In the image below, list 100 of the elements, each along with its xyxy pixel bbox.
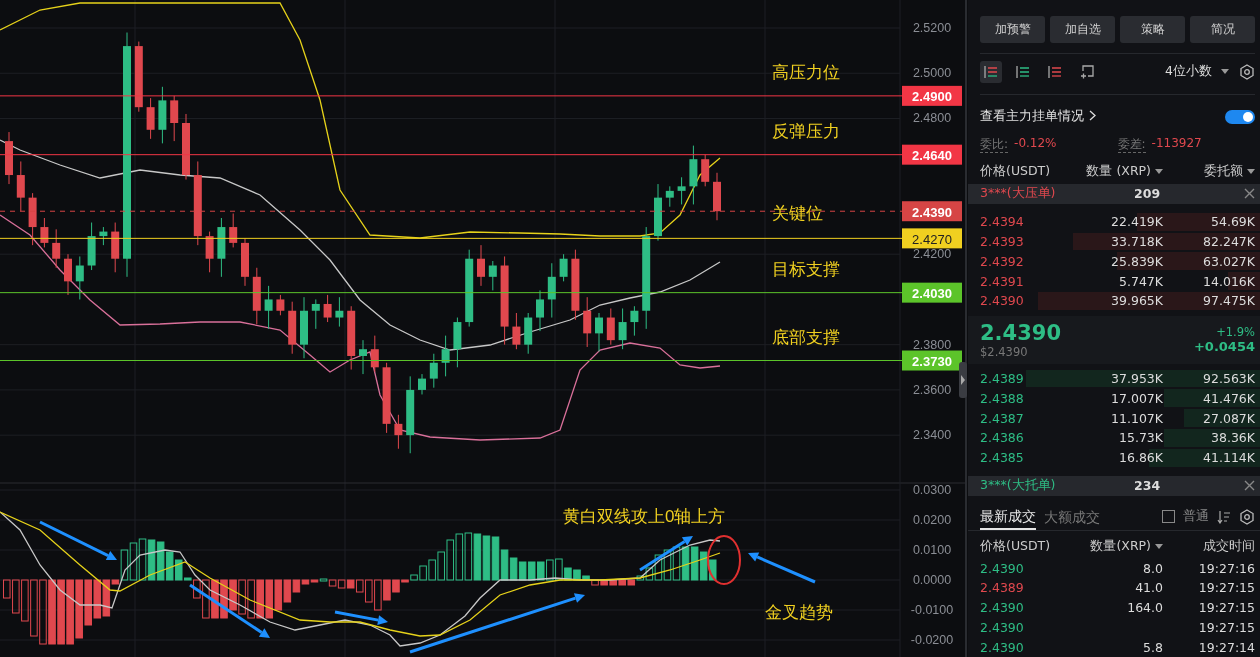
histogram-bar: [138, 538, 147, 581]
candlestick: [99, 226, 108, 246]
histogram-bar: [147, 539, 156, 581]
column-header[interactable]: 数量 (XRP): [1063, 162, 1163, 180]
histogram-bar: [699, 551, 708, 581]
amount-cell-text: 92.563K: [1202, 371, 1255, 387]
candlestick: [311, 298, 320, 330]
column-header[interactable]: 委托额: [1163, 162, 1255, 180]
order-row[interactable]: 2.4390 39.965K 97.475K: [968, 290, 1260, 311]
checkbox-label: 普通: [1183, 508, 1209, 525]
collapse-handle: [959, 362, 967, 398]
toggle-switch[interactable]: [1225, 109, 1255, 124]
candlestick: [370, 335, 379, 373]
candlestick: [241, 237, 249, 287]
precision-dropdown[interactable]: 4位小数: [1165, 63, 1229, 81]
order-row[interactable]: 2.4391 5.747K 14.016K: [968, 271, 1260, 291]
book-both-icon[interactable]: [980, 60, 1002, 83]
histogram-bar: [518, 561, 527, 581]
histogram-bar: [446, 539, 455, 581]
checkbox[interactable]: [1162, 510, 1175, 523]
diff-value: -113927: [1151, 136, 1202, 153]
action-button[interactable]: 简况: [1190, 16, 1255, 43]
axis-label: 2.3400: [912, 428, 952, 443]
histogram-bar: [681, 546, 690, 581]
histogram-bar: [708, 559, 717, 581]
candlestick: [288, 301, 297, 355]
close-icon[interactable]: [1244, 188, 1255, 200]
candlestick: [382, 362, 391, 434]
histogram-bar: [482, 535, 491, 581]
candlestick: [595, 312, 603, 352]
histogram-bar: [274, 579, 283, 611]
trades-tab[interactable]: 大额成交: [1044, 504, 1100, 529]
candlestick: [300, 296, 308, 359]
price-cell-text: 2.4389: [980, 580, 1025, 596]
time-cell-text: 19:27:16: [1197, 560, 1255, 576]
order-row[interactable]: 2.4393 33.718K 82.247K: [968, 231, 1260, 252]
candlestick: [347, 305, 356, 371]
level-annotation: 高压力位: [772, 63, 840, 83]
column-header: 成交时间: [1202, 537, 1255, 555]
candlestick: [335, 296, 344, 328]
level-annotation: 目标支撑: [772, 260, 840, 280]
large-order-count: 209: [1134, 186, 1162, 202]
quantity-cell-text: 5.8: [1142, 639, 1163, 655]
price-cell-text: 2.4390: [980, 619, 1025, 635]
candlestick: [52, 228, 61, 269]
candlestick: [618, 308, 627, 350]
chart-annotation: 金叉趋势: [765, 602, 833, 622]
close-icon[interactable]: [1244, 480, 1255, 491]
price-cell-text: 2.4394: [980, 214, 1025, 230]
candlestick: [170, 95, 179, 142]
candlestick: [264, 285, 273, 330]
histogram-bar: [473, 533, 482, 581]
axis-label: 2.5200: [912, 21, 952, 35]
trades-tab[interactable]: 最新成交: [980, 503, 1036, 530]
candlestick: [217, 217, 226, 278]
axis-label: 0.0200: [912, 513, 952, 527]
arrow: [639, 536, 693, 572]
histogram-bar: [346, 579, 355, 589]
axis-label: 2.3600: [912, 382, 952, 397]
order-row[interactable]: 2.4385 16.86K 41.114K: [968, 447, 1260, 468]
axis-label: 2.5000: [912, 66, 952, 81]
action-button[interactable]: 加预警: [980, 16, 1045, 43]
sort-icon[interactable]: [1217, 509, 1231, 524]
action-button[interactable]: 策略: [1120, 16, 1185, 43]
caret-icon: [1155, 543, 1163, 549]
histogram-bar: [93, 579, 102, 619]
candlestick: [418, 373, 426, 395]
candlestick: [606, 308, 615, 346]
settings-icon[interactable]: [1239, 63, 1255, 80]
action-button[interactable]: 加自选: [1050, 16, 1115, 43]
order-row[interactable]: 2.4392 25.839K 63.027K: [968, 251, 1260, 272]
order-row[interactable]: 2.4394 22.419K 54.69K: [968, 211, 1260, 232]
quantity-cell-text: 39.965K: [1110, 293, 1163, 309]
candlestick: [559, 253, 568, 282]
order-row[interactable]: 2.4388 17.007K 41.476K: [968, 388, 1260, 409]
histogram-bar: [491, 536, 500, 581]
candlestick: [713, 172, 721, 221]
candlestick: [158, 86, 167, 144]
settings-icon[interactable]: [1239, 508, 1255, 525]
candlestick: [87, 222, 96, 271]
candlestick: [630, 305, 639, 337]
price-cell-text: 2.4387: [980, 410, 1025, 426]
price-cell-text: 2.4386: [980, 430, 1025, 446]
order-row[interactable]: 2.4389 37.953K 92.563K: [968, 368, 1260, 389]
histogram-bar: [672, 546, 681, 581]
change-value: +0.0454: [1193, 339, 1255, 355]
main-orders-link[interactable]: 查看主力挂单情况: [980, 108, 1096, 126]
histogram-bar: [156, 541, 165, 581]
column-header[interactable]: 数量(XRP): [1063, 537, 1163, 555]
time-cell-text: 19:27:15: [1197, 619, 1255, 635]
order-row[interactable]: 2.4386 15.73K 38.36K: [968, 428, 1260, 448]
usd-price: $2.4390: [980, 344, 1029, 359]
histogram-bar: [663, 549, 672, 581]
axis-label: 2.4200: [912, 247, 952, 262]
order-row[interactable]: 2.4387 11.107K 27.087K: [968, 408, 1260, 428]
arrow: [334, 610, 388, 626]
candlestick: [252, 267, 261, 325]
highlight-ellipse: [707, 535, 741, 585]
caret-icon: [1155, 168, 1163, 174]
histogram-bar: [129, 542, 138, 581]
